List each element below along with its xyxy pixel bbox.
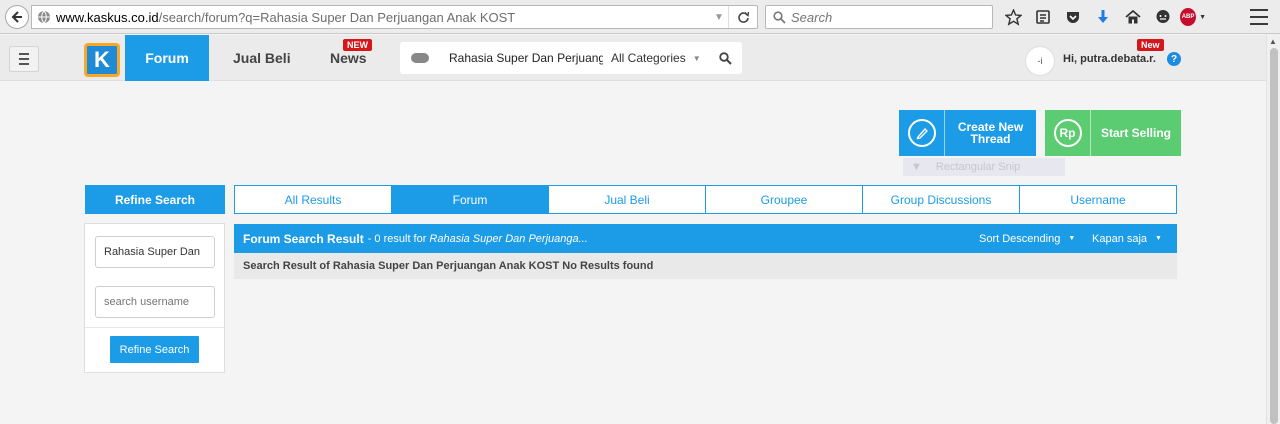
sort-caret-icon: ▼ [1068, 235, 1076, 242]
pocket-icon[interactable] [1060, 5, 1086, 29]
snip-tooltip: ▼ Rectangular Snip [903, 158, 1065, 176]
header-search[interactable]: Rahasia Super Dan Perjuang All Categorie… [400, 42, 742, 74]
nav-forum[interactable]: Forum [125, 35, 209, 81]
refine-search-header: Refine Search [85, 185, 225, 214]
back-arrow-icon [11, 11, 22, 23]
reload-icon[interactable] [729, 11, 757, 24]
browser-search-input[interactable] [791, 9, 971, 25]
user-new-badge: New [1137, 39, 1164, 51]
time-filter-dropdown[interactable]: Kapan saja ▼ [1092, 224, 1162, 253]
home-icon[interactable] [1120, 5, 1146, 29]
news-new-badge: NEW [343, 39, 372, 51]
tab-groupee[interactable]: Groupee [706, 186, 863, 213]
adblock-icon[interactable]: ABP ▼ [1180, 5, 1206, 29]
result-title: Forum Search Result [243, 231, 364, 246]
time-filter-label: Kapan saja [1092, 232, 1148, 245]
adblock-badge: ABP [1180, 8, 1197, 26]
snip-tooltip-arrow-icon: ▼ [911, 161, 922, 173]
reading-list-icon[interactable] [1030, 5, 1056, 29]
page-scrollbar[interactable]: ▲ [1266, 34, 1280, 424]
kaskus-logo[interactable]: K [84, 43, 120, 77]
sort-label: Sort Descending [979, 232, 1061, 245]
pencil-icon [907, 119, 936, 147]
download-icon[interactable] [1090, 5, 1116, 29]
refine-search-button[interactable]: Refine Search [110, 336, 199, 363]
user-greeting[interactable]: Hi, putra.debata.r. [1063, 53, 1156, 65]
start-selling-label: Start Selling [1100, 126, 1171, 140]
scroll-thumb[interactable] [1270, 48, 1278, 424]
site-header: K Forum Jual Beli News NEW Rahasia Super… [0, 35, 1266, 81]
pencil-icon-wrap [899, 110, 945, 156]
url-host: www.kaskus.co.id [56, 9, 159, 25]
globe-icon [37, 10, 51, 24]
tab-jual-beli[interactable]: Jual Beli [549, 186, 706, 213]
category-caret-icon[interactable]: ▼ [693, 54, 701, 63]
header-search-icon[interactable] [718, 51, 732, 65]
result-count: - 0 result for [367, 232, 427, 245]
browser-menu-icon[interactable] [1249, 7, 1269, 27]
url-bar[interactable]: www.kaskus.co.id/search/forum?q=Rahasia … [31, 5, 758, 29]
adblock-caret-icon: ▼ [1199, 13, 1206, 21]
time-caret-icon: ▼ [1155, 235, 1162, 242]
create-thread-line2: Thread [970, 132, 1011, 146]
nav-jual-beli[interactable]: Jual Beli [233, 35, 291, 81]
result-query: Rahasia Super Dan Perjuanga... [429, 232, 588, 245]
tab-group-discussions[interactable]: Group Discussions [863, 186, 1020, 213]
chat-icon[interactable] [1150, 5, 1176, 29]
url-dropdown-icon[interactable]: ▼ [710, 12, 728, 23]
scroll-up-icon[interactable]: ▲ [1269, 37, 1277, 46]
refine-divider [85, 327, 224, 328]
create-thread-button[interactable]: Create New Thread [899, 110, 1036, 156]
no-results-message: Search Result of Rahasia Super Dan Perju… [234, 253, 1177, 279]
refine-search-panel: Refine Search [84, 223, 225, 373]
username-search-input[interactable] [95, 286, 215, 318]
result-tabs: All Results Forum Jual Beli Groupee Grou… [234, 185, 1177, 214]
snip-tooltip-text: Rectangular Snip [935, 161, 1021, 173]
url-text: www.kaskus.co.id/search/forum?q=Rahasia … [56, 10, 710, 25]
tab-all-results[interactable]: All Results [235, 186, 392, 213]
rupiah-icon: Rp [1053, 119, 1082, 147]
tab-forum[interactable]: Forum [392, 186, 549, 213]
result-header: Forum Search Result - 0 result for Rahas… [234, 224, 1177, 253]
back-button[interactable] [5, 5, 29, 29]
browser-search-bar[interactable] [765, 5, 993, 29]
chat-bubble-icon [411, 53, 429, 63]
rupiah-icon-wrap: Rp [1045, 110, 1091, 156]
header-search-query[interactable]: Rahasia Super Dan Perjuang [449, 51, 603, 65]
url-path: /search/forum?q=Rahasia Super Dan Perjua… [158, 9, 516, 25]
start-selling-button[interactable]: Rp Start Selling [1045, 110, 1181, 156]
help-icon[interactable]: ? [1167, 52, 1181, 66]
refine-query-input[interactable] [95, 236, 215, 268]
toolbar-icons: ABP ▼ [1000, 5, 1210, 29]
user-avatar[interactable]: -i [1025, 46, 1055, 76]
tab-username[interactable]: Username [1020, 186, 1176, 213]
create-thread-label: Create New Thread [945, 121, 1036, 145]
search-icon [773, 10, 786, 24]
menu-toggle-button[interactable] [9, 46, 39, 72]
browser-toolbar: www.kaskus.co.id/search/forum?q=Rahasia … [0, 0, 1280, 34]
sort-dropdown[interactable]: Sort Descending ▼ [979, 224, 1075, 253]
category-select[interactable]: All Categories [611, 51, 686, 65]
bookmark-star-icon[interactable] [1000, 5, 1026, 29]
